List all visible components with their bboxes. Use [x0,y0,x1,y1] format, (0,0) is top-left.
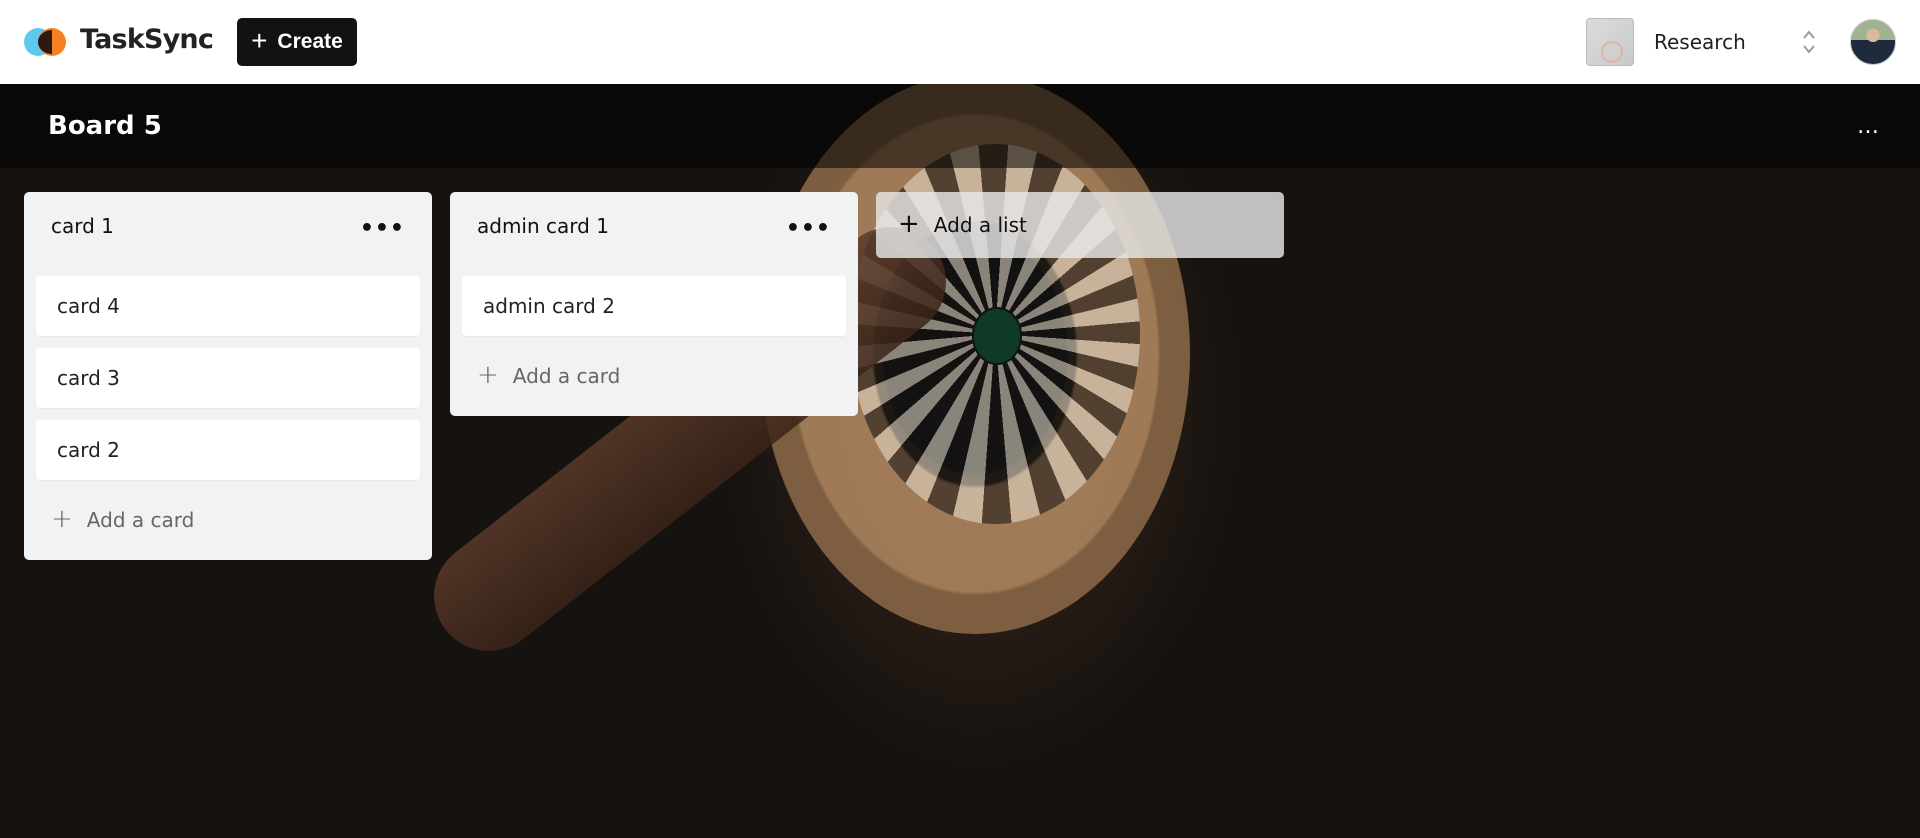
brand-logo[interactable]: TaskSync [24,23,214,57]
list-title[interactable]: admin card 1 [477,214,609,238]
plus-icon: + [477,359,499,390]
list-options-icon[interactable]: ••• [360,216,405,241]
logo-icon [24,27,68,57]
card-item[interactable]: card 3 [36,348,420,408]
card-item[interactable]: card 4 [36,276,420,336]
list-header: admin card 1 ••• [462,192,846,276]
plus-icon: + [51,503,73,534]
create-button-label: Create [277,30,343,53]
add-card-label: Add a card [512,364,621,388]
add-card-label: Add a card [86,508,195,532]
plus-icon: + [251,24,268,56]
card-item[interactable]: card 2 [36,420,420,480]
add-list-label: Add a list [933,213,1027,237]
add-card-button[interactable]: + Add a card [462,348,846,404]
card-item[interactable]: admin card 2 [462,276,846,336]
brand-name: TaskSync [80,23,214,55]
list-card-1: card 1 ••• card 4 card 3 card 2 + Add a … [24,192,432,560]
top-navbar: TaskSync + Create Research [0,0,1920,84]
board-title[interactable]: Board 5 [48,111,162,141]
plus-icon: + [898,208,920,239]
list-admin-card-1: admin card 1 ••• admin card 2 + Add a ca… [450,192,858,416]
create-button[interactable]: + Create [237,18,357,66]
organization-thumbnail [1586,18,1634,66]
add-list-button[interactable]: + Add a list [876,192,1284,258]
board-options-icon[interactable]: … [1857,114,1880,139]
board-header: Board 5 … [0,84,1920,168]
list-title[interactable]: card 1 [51,214,114,238]
add-card-button[interactable]: + Add a card [36,492,420,548]
chevron-up-down-icon [1794,29,1824,55]
organization-switcher[interactable]: Research [1586,18,1824,66]
organization-name: Research [1654,30,1746,54]
list-options-icon[interactable]: ••• [786,216,831,241]
list-header: card 1 ••• [36,192,420,276]
board-area: Board 5 … card 1 ••• card 4 card 3 card … [0,84,1920,838]
user-avatar[interactable] [1850,19,1896,65]
